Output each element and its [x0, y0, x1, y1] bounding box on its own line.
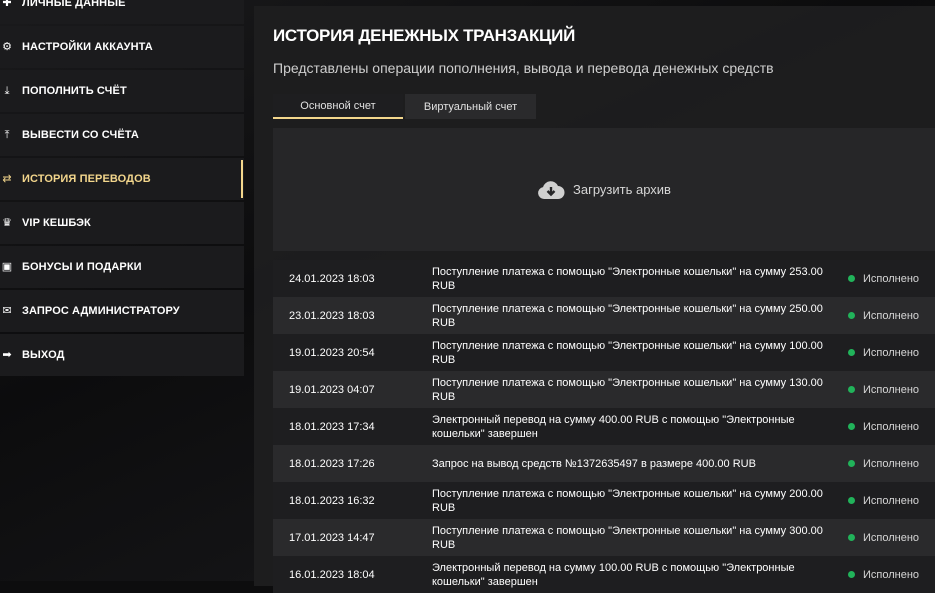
status-dot-icon: [848, 349, 855, 356]
cloud-download-icon: [538, 180, 565, 199]
status-text: Исполнено: [863, 457, 920, 470]
gears-icon: ⚙: [2, 41, 12, 53]
status-text: Исполнено: [863, 531, 920, 544]
transactions-table: 24.01.2023 18:03 Поступление платежа с по…: [273, 260, 935, 593]
table-row: 23.01.2023 18:03 Поступление платежа с по…: [273, 297, 935, 334]
status-badge: Исполнено: [848, 384, 919, 396]
sidebar-item-deposit[interactable]: ⤓ ПОПОЛНИТЬ СЧЁТ: [0, 70, 244, 112]
status-text: Исполнено: [863, 272, 920, 285]
status-dot-icon: [848, 275, 855, 282]
transaction-description: Поступление платежа с помощью "Электронн…: [432, 339, 823, 366]
status-dot-icon: [848, 534, 855, 541]
sidebar: ✚ ЛИЧНЫЕ ДАННЫЕ ⚙ НАСТРОЙКИ АККАУНТА ⤓ ПОПО…: [0, 0, 244, 378]
status-badge: Исполнено: [848, 273, 919, 285]
transaction-description: Поступление платежа с помощью "Электронн…: [432, 524, 823, 551]
status-badge: Исполнено: [848, 421, 919, 433]
status-text: Исполнено: [863, 346, 920, 359]
sidebar-item-vip-cashback[interactable]: ♛ VIP КЕШБЭК: [0, 202, 244, 244]
transaction-date: 19.01.2023 20:54: [289, 346, 375, 359]
status-text: Исполнено: [863, 383, 920, 396]
logout-icon: ➡: [2, 349, 12, 361]
sidebar-item-account-settings[interactable]: ⚙ НАСТРОЙКИ АККАУНТА: [0, 26, 244, 68]
account-tabs: Основной счет Виртуальный счет: [273, 94, 536, 119]
status-dot-icon: [848, 423, 855, 430]
sidebar-item-admin-request[interactable]: ✉ ЗАПРОС АДМИНИСТРАТОРУ: [0, 290, 244, 332]
status-badge: Исполнено: [848, 495, 919, 507]
user-plus-icon: ✚: [2, 0, 12, 9]
download-icon: ⤓: [4, 85, 10, 97]
transaction-date: 24.01.2023 18:03: [289, 272, 375, 285]
transaction-description: Поступление платежа с помощью "Электронн…: [432, 487, 823, 514]
status-dot-icon: [848, 497, 855, 504]
envelope-icon: ✉: [2, 305, 12, 317]
transaction-date: 18.01.2023 17:26: [289, 457, 375, 470]
status-badge: Исполнено: [848, 347, 919, 359]
transaction-description: Поступление платежа с помощью "Электронн…: [432, 302, 823, 329]
status-badge: Исполнено: [848, 532, 919, 544]
sidebar-item-logout[interactable]: ➡ ВЫХОД: [0, 334, 244, 376]
status-text: Исполнено: [863, 420, 920, 433]
transaction-description: Запрос на вывод средств №1372635497 в ра…: [432, 457, 756, 470]
transaction-date: 19.01.2023 04:07: [289, 383, 375, 396]
transaction-date: 16.01.2023 18:04: [289, 568, 375, 581]
status-dot-icon: [848, 571, 855, 578]
table-row: 16.01.2023 18:04 Электронный перевод на с…: [273, 556, 935, 593]
status-dot-icon: [848, 386, 855, 393]
sidebar-item-withdraw[interactable]: ⤒ ВЫВЕСТИ СО СЧЁТА: [0, 114, 244, 156]
table-row: 18.01.2023 16:32 Поступление платежа с по…: [273, 482, 935, 519]
status-text: Исполнено: [863, 568, 920, 581]
upload-icon: ⤒: [4, 129, 10, 141]
status-text: Исполнено: [863, 309, 920, 322]
tab-main-account[interactable]: Основной счет: [273, 94, 403, 119]
status-badge: Исполнено: [848, 458, 919, 470]
transactions-panel: ИСТОРИЯ ДЕНЕЖНЫХ ТРАНЗАКЦИЙ Представлены…: [254, 6, 935, 593]
page-title: ИСТОРИЯ ДЕНЕЖНЫХ ТРАНЗАКЦИЙ: [273, 26, 576, 45]
table-row: 18.01.2023 17:34 Электронный перевод на с…: [273, 408, 935, 445]
download-archive-button[interactable]: Загрузить архив: [273, 128, 935, 251]
status-badge: Исполнено: [848, 569, 919, 581]
table-row: 19.01.2023 20:54 Поступление платежа с по…: [273, 334, 935, 371]
transaction-date: 18.01.2023 16:32: [289, 494, 375, 507]
table-row: 17.01.2023 14:47 Поступление платежа с по…: [273, 519, 935, 556]
page-subtitle: Представлены операции пополнения, вывода…: [273, 60, 774, 76]
sidebar-item-personal-data[interactable]: ✚ ЛИЧНЫЕ ДАННЫЕ: [0, 0, 244, 24]
table-row: 24.01.2023 18:03 Поступление платежа с по…: [273, 260, 935, 297]
transaction-date: 18.01.2023 17:34: [289, 420, 375, 433]
tab-virtual-account[interactable]: Виртуальный счет: [405, 94, 536, 119]
status-dot-icon: [848, 460, 855, 467]
transaction-description: Электронный перевод на сумму 100.00 RUB …: [432, 561, 795, 588]
sidebar-item-bonuses[interactable]: ▣ БОНУСЫ И ПОДАРКИ: [0, 246, 244, 288]
transfer-icon: ⇄: [2, 173, 12, 185]
transaction-date: 23.01.2023 18:03: [289, 309, 375, 322]
transaction-description: Поступление платежа с помощью "Электронн…: [432, 265, 823, 292]
gift-icon: ▣: [1, 261, 13, 273]
transaction-date: 17.01.2023 14:47: [289, 531, 375, 544]
status-text: Исполнено: [863, 494, 920, 507]
transaction-description: Электронный перевод на сумму 400.00 RUB …: [432, 413, 795, 440]
transaction-description: Поступление платежа с помощью "Электронн…: [432, 376, 823, 403]
table-row: 19.01.2023 04:07 Поступление платежа с по…: [273, 371, 935, 408]
crown-icon: ♛: [2, 217, 12, 229]
status-badge: Исполнено: [848, 310, 919, 322]
status-dot-icon: [848, 312, 855, 319]
sidebar-item-transfer-history[interactable]: ⇄ ИСТОРИЯ ПЕРЕВОДОВ: [0, 158, 244, 200]
table-row: 18.01.2023 17:26 Запрос на вывод средств …: [273, 445, 935, 482]
download-archive-label: Загрузить архив: [573, 182, 671, 197]
